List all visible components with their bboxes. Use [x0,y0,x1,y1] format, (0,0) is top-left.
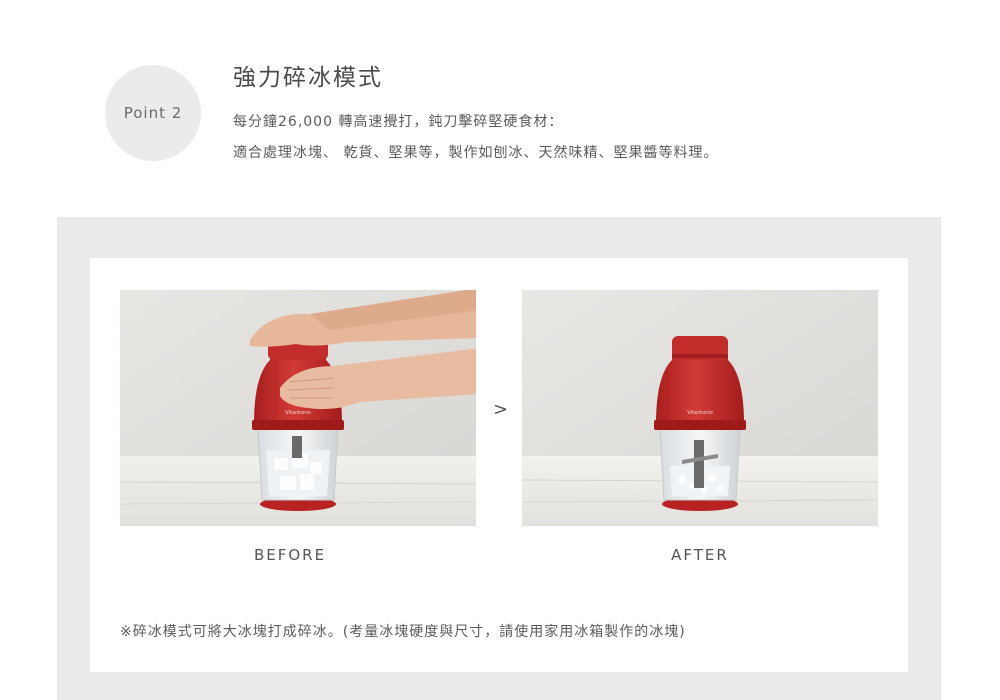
feature-description-line-2: 適合處理冰塊、 乾貨、堅果等，製作如刨冰、天然味精、堅果醬等料理。 [233,145,719,161]
before-photo: Vitantonio [120,290,476,526]
after-photo: Vitantonio [522,290,878,526]
after-caption: AFTER [671,546,729,564]
arrow-icon: > [493,399,509,420]
point-badge: Point 2 [105,65,201,161]
footnote: ※碎冰模式可將大冰塊打成碎冰。(考量冰塊硬度與尺寸，請使用家用冰箱製作的冰塊) [120,624,686,640]
page: Point 2 強力碎冰模式 每分鐘26,000 轉高速攪打，鈍刀擊碎堅硬食材：… [0,0,1000,700]
brand-logo-before: Vitantonio [285,410,311,416]
point-label: Point 2 [123,104,183,122]
feature-description-line-1: 每分鐘26,000 轉高速攪打，鈍刀擊碎堅硬食材： [233,114,564,130]
before-caption: BEFORE [253,546,327,564]
brand-logo-after: Vitantonio [687,410,713,416]
feature-title: 強力碎冰模式 [233,65,383,91]
